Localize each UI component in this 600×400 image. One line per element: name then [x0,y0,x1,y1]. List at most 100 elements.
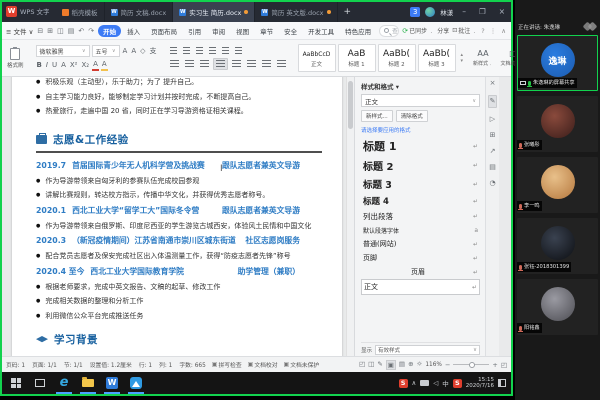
style-item-页脚[interactable]: 页脚↵ [361,251,480,265]
bold-icon[interactable]: B [36,59,43,71]
output-icon[interactable]: ⊞ [46,27,54,35]
tray-folder-icon[interactable] [420,380,429,386]
participant-tile[interactable]: 逸琳朱逸琳的屏幕共享 [517,35,598,91]
help-icon[interactable]: ? [480,27,485,35]
participant-tile[interactable]: 张曦彤 [517,96,598,152]
participant-tile[interactable]: 阳铭鑫 [517,279,598,335]
number-list-icon[interactable] [181,46,192,56]
style-item-正文[interactable]: 正文↵ [361,279,480,295]
align-center-icon[interactable] [183,59,196,69]
font-size-select[interactable]: 五号∨ [92,45,120,57]
font-color-icon[interactable]: A [92,59,99,71]
shading-icon[interactable] [260,59,273,69]
document-tab[interactable]: W实习生 简历.docx [173,2,255,22]
ribbon-tab-插入[interactable]: 插入 [122,25,145,37]
restore-button[interactable]: ❐ [475,2,490,22]
font-name-select[interactable]: 微软雅黑∨ [36,45,90,57]
split-view-icon[interactable]: ◫ [368,360,374,370]
zoom-knob[interactable] [469,362,475,368]
document-tab[interactable]: W简历 英文版.docx [255,2,337,22]
underline-icon[interactable]: U [51,59,58,71]
collaborator-badge[interactable]: 3 [410,7,420,17]
share-button[interactable]: 分享 [437,26,449,35]
collapse-ribbon-icon[interactable]: ∧ [500,27,507,35]
user-avatar[interactable] [425,7,435,17]
align-justify-icon[interactable] [213,58,228,70]
start-button[interactable] [4,372,28,394]
sync-status[interactable]: ⟳已同步﹒ [402,26,434,35]
file-menu[interactable]: ≡ 文件 ∨ [6,26,33,36]
eye-protect-icon[interactable]: ☼ [417,360,423,370]
minimize-button[interactable]: – [458,2,470,22]
symbol-icon[interactable] [233,46,244,56]
ribbon-tab-审阅[interactable]: 审阅 [207,25,230,37]
bookmark-tool-icon[interactable]: ⊞ [490,131,496,140]
style-preset-正文[interactable]: AaBbCcD正文 [298,44,336,72]
outline-view-icon[interactable]: ▤ [399,360,405,370]
ribbon-tab-特色应用[interactable]: 特色应用 [340,25,376,37]
ink-view-icon[interactable]: ✎ [377,360,382,370]
fit-page-icon[interactable]: ◰ [501,361,507,369]
style-item-标题 4[interactable]: 标题 4↵ [361,193,480,209]
align-right-icon[interactable] [198,59,211,69]
document-tab[interactable]: W简历 文稿.docx [105,2,174,22]
style-item-页眉[interactable]: 页眉↵ [361,265,480,279]
participant-tile[interactable]: 李一鸣 [517,157,598,213]
outline-tool-icon[interactable]: ▤ [489,163,496,172]
select-tool-icon[interactable]: ▷ [490,115,495,124]
user-name[interactable]: 林漾 [440,7,453,17]
fullscreen-view-icon[interactable]: ◰ [359,360,365,370]
style-preset-标题 2[interactable]: AaBb(标题 2 [378,44,416,72]
clear-format-button[interactable]: 清除格式 [396,110,428,122]
action-center-icon[interactable] [498,379,506,387]
close-button[interactable]: × [495,2,509,22]
web-view-icon[interactable]: ⊕ [408,360,413,370]
ribbon-tab-引用[interactable]: 引用 [183,25,206,37]
ribbon-tab-开发工具[interactable]: 开发工具 [303,25,339,37]
align-left-icon[interactable] [168,59,181,69]
highlight-icon[interactable]: A [101,59,108,71]
save-icon[interactable]: ⊟ [36,27,44,35]
new-tab-button[interactable]: + [338,2,358,22]
subscript-icon[interactable]: X₂ [80,59,90,71]
taskbar-wps-icon[interactable]: W [100,372,124,394]
hidden-icons-chevron[interactable]: ∧ [412,379,417,387]
style-preset-标题 1[interactable]: AaB标题 1 [338,44,376,72]
status-toggle-文档未保护[interactable]: ▣文档未保护 [284,360,320,369]
print-icon[interactable]: ◫ [56,27,65,35]
pen-tool-icon[interactable]: ✎ [488,95,498,108]
bullet-list-icon[interactable] [168,46,179,56]
show-styles-select[interactable]: 有效样式∨ [375,345,480,355]
task-view-button[interactable] [28,372,52,394]
ribbon-tab-章节[interactable]: 章节 [255,25,278,37]
document-scrollbar[interactable] [346,77,354,356]
document-tab[interactable]: 稻壳模板 [56,2,105,22]
indent-increase-icon[interactable] [207,46,218,56]
taskbar-edge-icon[interactable]: e [52,372,76,394]
char-scale-icon[interactable]: 支 [149,45,158,57]
page-view-icon[interactable]: ▣ [386,360,396,370]
decrease-font-icon[interactable]: A [130,45,137,57]
ribbon-tab-开始[interactable]: 开始 [98,25,121,37]
gallery-scroll[interactable]: ▴▾ [461,52,464,64]
more-menu-icon[interactable]: ⋮ [489,27,498,35]
share-tool-icon[interactable]: ↗ [490,147,496,156]
superscript-icon[interactable]: X² [69,59,79,71]
paste-button[interactable]: 格式刷 [5,48,26,69]
close-doc-icon[interactable]: × [490,79,496,88]
indent-decrease-icon[interactable] [194,46,205,56]
new-style-button-panel[interactable]: 新样式... [361,110,393,122]
taskbar-explorer-icon[interactable] [76,372,100,394]
style-item-普通(网站)[interactable]: 普通(网站)↵ [361,237,480,251]
taskbar-meeting-icon[interactable] [124,372,148,394]
style-item-标题 3[interactable]: 标题 3↵ [361,175,480,193]
style-item-标题 2[interactable]: 标题 2↵ [361,156,480,175]
distribute-icon[interactable] [230,59,243,69]
style-item-标题 1[interactable]: 标题 1↵ [361,136,480,156]
ime-language-icon[interactable]: 中 [442,378,449,388]
scrollbar-thumb[interactable] [348,81,353,129]
command-search-input[interactable]: 查找命令、搜索模板 [379,25,399,37]
border-icon[interactable] [275,59,288,69]
undo-icon[interactable]: ↶ [77,27,85,35]
italic-icon[interactable]: I [45,59,49,71]
